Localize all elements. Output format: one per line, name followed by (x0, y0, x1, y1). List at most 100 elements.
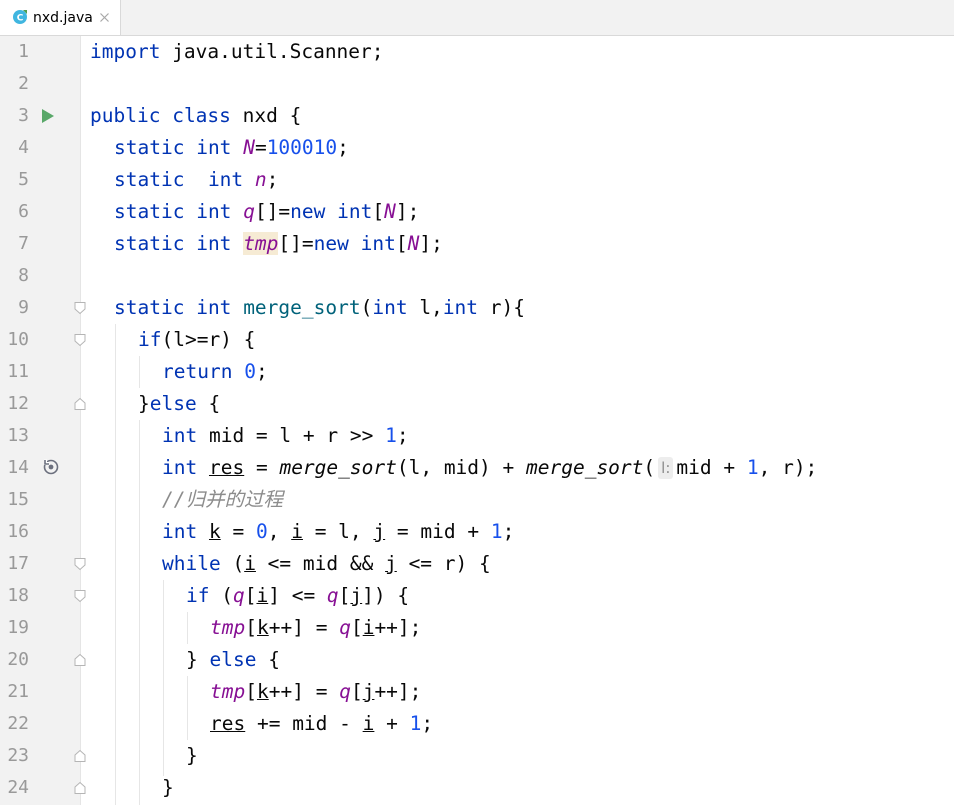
code-line-14: int res = merge_sort(l, mid) + merge_sor… (162, 452, 817, 484)
code-token: <= r) { (396, 552, 491, 575)
code-comment: //归并的过程 (162, 488, 283, 511)
code-token: int (162, 456, 198, 479)
code-token: java.util.Scanner; (160, 40, 384, 63)
indent-guide (163, 580, 164, 776)
code-token: ( (209, 584, 233, 607)
close-icon[interactable] (99, 12, 110, 23)
fold-icon[interactable] (73, 781, 87, 795)
line-number: 17 (7, 553, 29, 574)
fold-icon[interactable] (73, 653, 87, 667)
code-token: mid + (676, 456, 747, 479)
tab-filename: nxd.java (33, 10, 93, 26)
code-token: q (243, 200, 255, 223)
code-token: 100010 (266, 136, 338, 159)
code-token: static (114, 200, 185, 223)
line-number: 23 (7, 745, 29, 766)
code-token: ( (360, 296, 373, 319)
java-class-icon: C (13, 10, 27, 24)
editor-tab[interactable]: C nxd.java (0, 0, 121, 35)
code-token: i (256, 584, 269, 607)
code-token: j (373, 520, 386, 543)
code-token: ; (266, 168, 279, 191)
code-token: res (210, 712, 246, 735)
code-token: ( (220, 552, 245, 575)
line-number: 14 (7, 457, 29, 478)
code-token: } (162, 776, 174, 799)
code-token: [ (395, 232, 408, 255)
fold-icon[interactable] (73, 397, 87, 411)
code-token: , r); (758, 456, 818, 479)
code-token: merge_sort (279, 456, 397, 479)
recursive-call-icon[interactable] (42, 458, 60, 476)
code-token: int (337, 200, 373, 223)
code-token: q (339, 680, 351, 703)
code-line-6: static int q[]=new int[N]; (114, 196, 419, 228)
code-line-23: } (186, 740, 198, 772)
parameter-hint: l: (658, 457, 674, 479)
code-line-24: } (162, 772, 174, 804)
code-token: static (114, 232, 185, 255)
svg-text:C: C (17, 14, 24, 24)
code-token: ; (337, 136, 349, 159)
code-token: <= mid && (255, 552, 386, 575)
code-token: j (362, 680, 375, 703)
fold-icon[interactable] (73, 333, 87, 347)
fold-icon[interactable] (73, 557, 87, 571)
code-token: int (372, 296, 408, 319)
code-token: = (244, 456, 280, 479)
editor-tab-bar: C nxd.java (0, 0, 954, 36)
code-line-10: if(l>=r) { (138, 324, 255, 356)
line-number: 5 (18, 169, 29, 190)
code-token: j (350, 584, 363, 607)
line-number: 11 (7, 361, 29, 382)
fold-icon[interactable] (73, 301, 87, 315)
code-token: i (362, 616, 375, 639)
fold-icon[interactable] (73, 589, 87, 603)
line-number: 16 (7, 521, 29, 542)
code-token: l, (407, 296, 443, 319)
code-token: int (196, 296, 232, 319)
line-number: 1 (18, 41, 29, 62)
code-token: mid = l + r >> (197, 424, 386, 447)
code-token: i (362, 712, 375, 735)
code-token: 0 (244, 360, 256, 383)
code-token: k (208, 520, 221, 543)
code-token: 1 (385, 424, 397, 447)
code-token: [ (245, 680, 257, 703)
code-token: class (172, 104, 231, 127)
fold-icon[interactable] (73, 749, 87, 763)
code-token: ; (421, 712, 434, 735)
code-token: N (384, 200, 396, 223)
code-token: public (90, 104, 161, 127)
indent-guide (187, 612, 188, 644)
line-number: 12 (7, 393, 29, 414)
line-number: 3 (18, 105, 29, 126)
code-token: int (196, 232, 232, 255)
code-token: N (243, 136, 255, 159)
code-token: int (196, 136, 232, 159)
code-line-19: tmp[k++] = q[i++]; (210, 612, 421, 644)
code-token: 1 (490, 520, 503, 543)
code-token: if (138, 328, 162, 351)
code-token: int (196, 200, 232, 223)
run-icon[interactable] (41, 108, 55, 124)
code-token: static (114, 136, 185, 159)
code-token: new (290, 200, 326, 223)
code-token: + (374, 712, 410, 735)
code-token: ]; (419, 232, 443, 255)
code-token: 1 (746, 456, 759, 479)
code-token: nxd { (230, 104, 302, 127)
code-token: import (90, 40, 161, 63)
code-token: = l, (302, 520, 374, 543)
